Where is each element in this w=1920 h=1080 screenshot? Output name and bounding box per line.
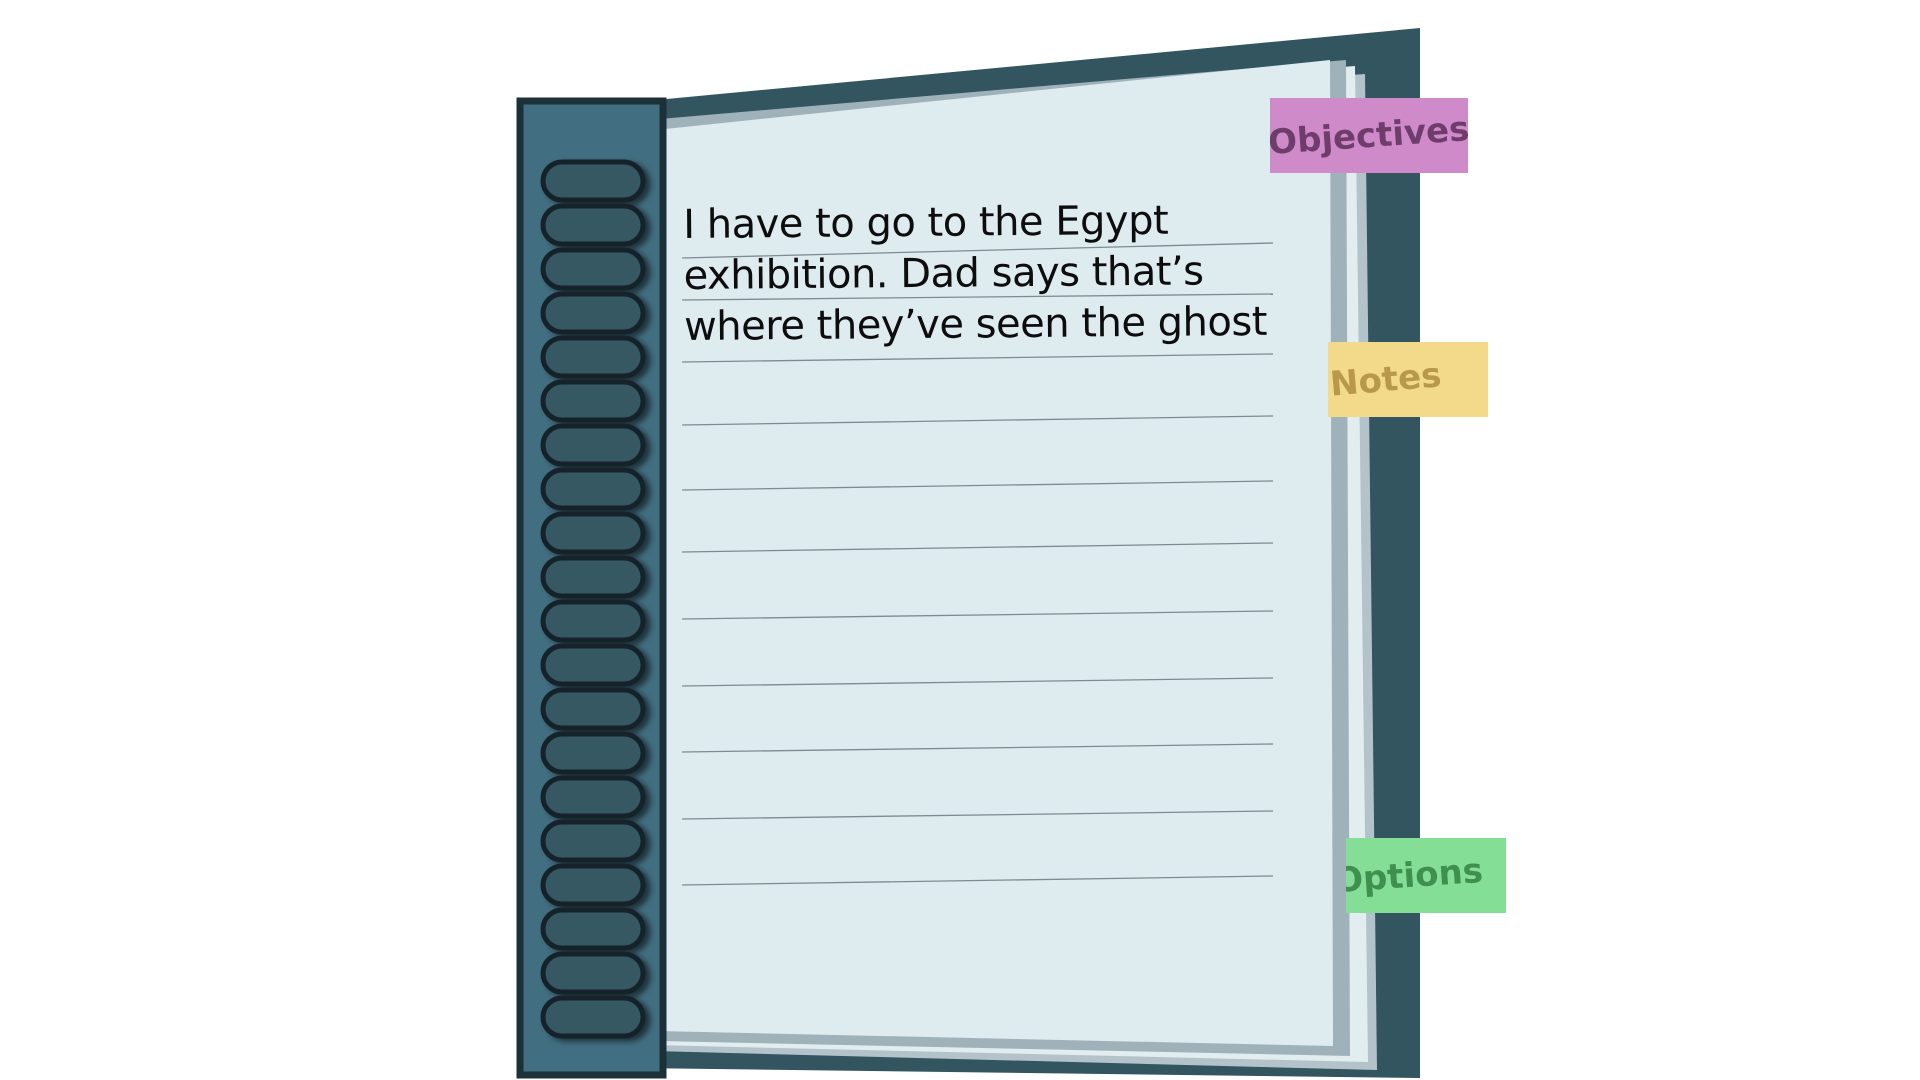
- binding-ring: [540, 247, 646, 291]
- tab-objectives-label: Objectives: [1270, 108, 1468, 163]
- binding-ring: [540, 599, 646, 643]
- binding-ring: [540, 687, 646, 731]
- binding-ring: [540, 555, 646, 599]
- binding-ring: [540, 643, 646, 687]
- binding-ring: [540, 159, 646, 203]
- binding-ring: [540, 467, 646, 511]
- binding-ring: [540, 511, 646, 555]
- binding-ring: [540, 203, 646, 247]
- journal-line: where they’ve seen the ghost: [683, 298, 1268, 350]
- binding-ring: [540, 775, 646, 819]
- tab-notes[interactable]: Notes: [1328, 342, 1488, 417]
- tab-notes-label: Notes: [1328, 354, 1443, 405]
- binding-ring: [540, 379, 646, 423]
- journal-line: I have to go to the Egypt: [683, 197, 1169, 248]
- journal-line: exhibition. Dad says that’s: [683, 248, 1204, 299]
- tab-objectives[interactable]: Objectives: [1270, 98, 1468, 173]
- binding-ring: [540, 335, 646, 379]
- tab-options-label: Options: [1346, 850, 1485, 901]
- binding-ring: [540, 995, 646, 1039]
- journal-screen: I have to go to the Egypt exhibition. Da…: [0, 0, 1920, 1080]
- binding-ring: [540, 951, 646, 995]
- binding-ring: [540, 731, 646, 775]
- binding-ring: [540, 291, 646, 335]
- journal-entry: I have to go to the Egypt exhibition. Da…: [683, 195, 1284, 353]
- binding-ring: [540, 819, 646, 863]
- binding-ring: [540, 423, 646, 467]
- binding-ring: [540, 907, 646, 951]
- notebook: [516, 28, 1420, 1079]
- binding-ring: [540, 863, 646, 907]
- tab-options[interactable]: Options: [1346, 838, 1506, 913]
